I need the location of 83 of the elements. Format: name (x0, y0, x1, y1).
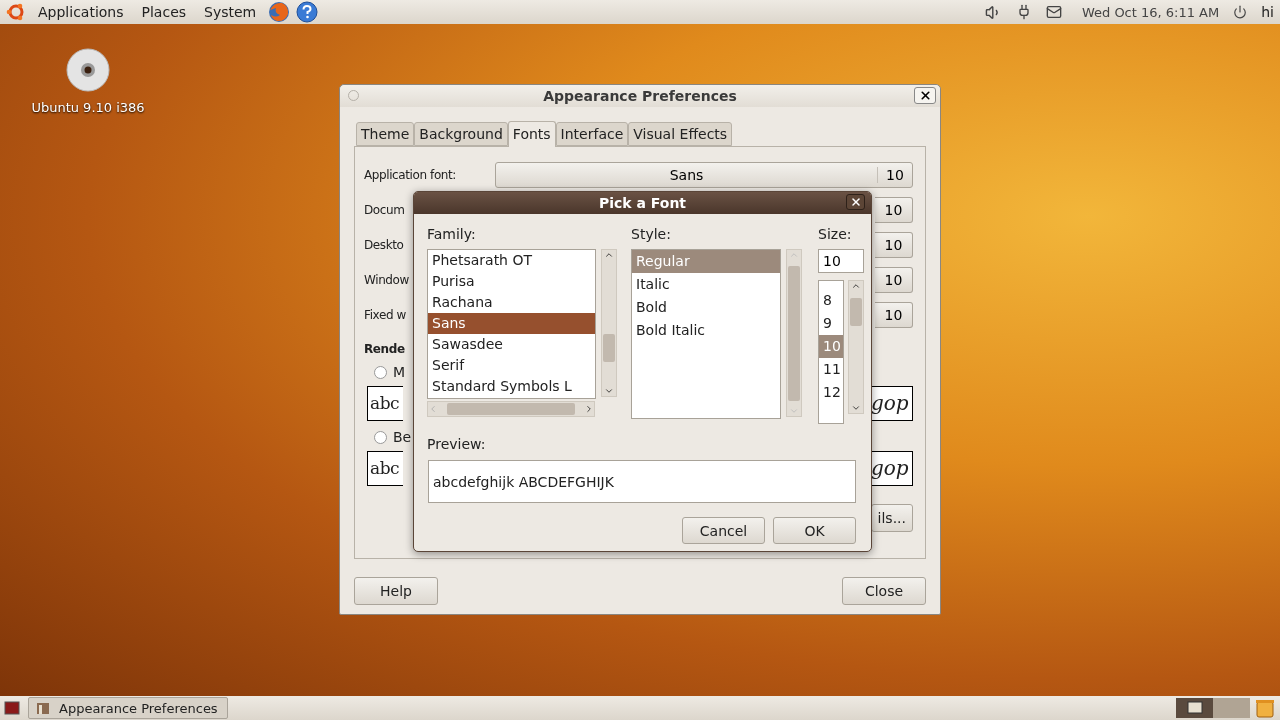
tab[interactable]: Visual Effects (628, 122, 733, 146)
help-icon[interactable] (296, 1, 319, 23)
family-label: Family: (427, 226, 477, 242)
scrollbar[interactable] (601, 249, 617, 397)
details-button[interactable]: ils... (870, 504, 913, 532)
ubuntu-logo-icon[interactable] (6, 2, 26, 22)
scrollbar[interactable] (848, 280, 864, 414)
scroll-up-icon[interactable] (604, 250, 614, 260)
power-icon[interactable] (1233, 5, 1248, 19)
workspace-switcher-icon[interactable] (1176, 698, 1250, 718)
size-label: Size: (818, 226, 853, 242)
list-item[interactable]: Purisa (428, 271, 595, 292)
scrollbar-thumb[interactable] (850, 298, 862, 326)
font-sample: gop (871, 451, 913, 486)
list-item[interactable]: Sans (428, 313, 595, 334)
dialog-title: Pick a Font (598, 195, 687, 211)
list-item[interactable]: 11 (819, 358, 843, 381)
list-item[interactable]: Rachana (428, 292, 595, 313)
tab[interactable]: Fonts (507, 121, 556, 147)
mail-icon[interactable] (1045, 4, 1062, 20)
list-item[interactable]: Sawasdee (428, 334, 595, 355)
scrollbar-thumb[interactable] (447, 403, 575, 415)
radio-label[interactable]: Be (393, 429, 412, 445)
menu-item[interactable]: Places (135, 2, 193, 22)
scroll-right-icon[interactable] (584, 404, 594, 414)
disc-icon[interactable] (66, 48, 110, 92)
preview-field[interactable]: abcdefghijk ABCDEFGHIJK (428, 460, 856, 503)
scroll-down-icon[interactable] (604, 386, 614, 396)
preview-label: Preview: (427, 436, 487, 452)
list-item[interactable]: Bold (632, 296, 780, 319)
tab[interactable]: Theme (356, 122, 415, 146)
font-sample: abc (367, 386, 403, 421)
desktop-icon-label[interactable]: Ubuntu 9.10 i386 (31, 100, 145, 115)
field-label: Application font: (364, 167, 456, 182)
list-item[interactable]: Italic (632, 273, 780, 296)
font-button[interactable]: 10 (875, 266, 913, 293)
tab[interactable]: Interface (555, 122, 629, 146)
tab[interactable]: Background (414, 122, 508, 146)
font-button[interactable]: Sans 10 (495, 161, 913, 188)
close-icon[interactable] (846, 194, 865, 210)
section-heading: Rende (364, 342, 405, 356)
window-title: Appearance Preferences (543, 88, 737, 104)
list-item[interactable]: Phetsarath OT (428, 250, 595, 271)
radio-button[interactable] (374, 365, 387, 379)
scroll-up-icon[interactable] (851, 281, 861, 291)
field-label: Deskto (364, 237, 404, 252)
scrollbar[interactable] (786, 249, 802, 417)
window-icon (35, 700, 51, 716)
radio-label[interactable]: M (393, 364, 406, 380)
taskbar-button[interactable]: Appearance Preferences (28, 697, 228, 719)
field-label: Docum (364, 202, 405, 217)
font-sample: gop (871, 386, 913, 421)
scrollbar-thumb[interactable] (788, 265, 800, 401)
user-name[interactable]: hi (1261, 4, 1274, 20)
font-button[interactable]: 10 (875, 196, 913, 223)
globe-icon[interactable] (268, 1, 291, 23)
font-sample: abc (367, 451, 403, 486)
field-label: Window (364, 272, 409, 287)
list-item[interactable]: 9 (819, 312, 843, 335)
style-label: Style: (631, 226, 672, 242)
list-item[interactable]: Bold Italic (632, 319, 780, 342)
cancel-button[interactable]: Cancel (682, 517, 765, 544)
scrollbar[interactable] (427, 401, 595, 417)
font-button[interactable]: 10 (875, 231, 913, 258)
trash-icon[interactable] (1254, 698, 1276, 718)
scroll-down-icon[interactable] (851, 403, 861, 413)
ok-button[interactable]: OK (773, 517, 856, 544)
list-item[interactable]: Serif (428, 355, 595, 376)
list-item[interactable]: 8 (819, 289, 843, 312)
list-item[interactable]: 12 (819, 381, 843, 404)
close-button[interactable]: Close (842, 577, 926, 605)
scrollbar-thumb[interactable] (603, 334, 615, 362)
help-button[interactable]: Help (354, 577, 438, 605)
size-field[interactable]: 10 (818, 249, 864, 273)
radio-button[interactable] (374, 430, 387, 444)
show-desktop-icon[interactable] (4, 701, 20, 715)
menu-item[interactable]: System (198, 2, 263, 22)
field-label: Fixed w (364, 307, 406, 322)
list-item[interactable]: Standard Symbols L (428, 376, 595, 397)
font-button[interactable]: 10 (875, 301, 913, 328)
close-icon[interactable] (914, 87, 936, 104)
menu-item[interactable]: Applications (32, 2, 130, 22)
clock[interactable]: Wed Oct 16, 6:11 AM (1081, 4, 1220, 20)
